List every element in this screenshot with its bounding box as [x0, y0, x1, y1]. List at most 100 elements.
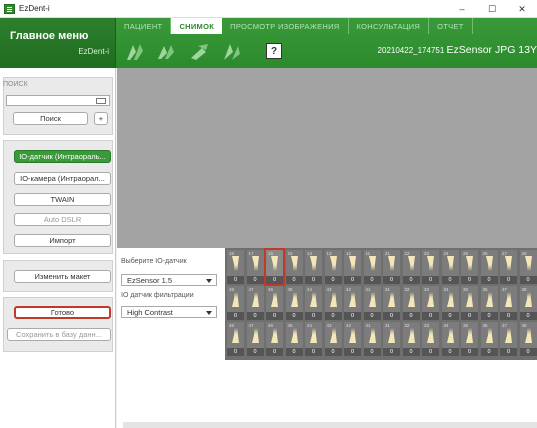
tooth-cell[interactable]: 22 0 — [402, 250, 420, 284]
tooth-cell[interactable]: 47 0 — [246, 322, 264, 356]
tooth-cell[interactable]: 21 0 — [383, 250, 400, 284]
image-viewer[interactable] — [117, 68, 537, 248]
tab-capture[interactable]: СНИМОК — [171, 18, 223, 34]
tooth-cell[interactable]: 41 0 — [363, 322, 381, 356]
tooth-cell[interactable]: 44 0 — [305, 322, 322, 356]
tooth-cell[interactable]: 38 0 — [519, 286, 537, 320]
window-controls: – ☐ ✕ — [447, 0, 537, 18]
tooth-cell[interactable]: 33 0 — [422, 322, 439, 356]
tab-report[interactable]: ОТЧЕТ — [429, 18, 473, 34]
tooth-cell[interactable]: 16 0 — [264, 248, 285, 286]
tooth-cell[interactable]: 13 0 — [324, 250, 342, 284]
tooth-cell[interactable]: 25 0 — [461, 250, 478, 284]
source-io-sensor-button[interactable]: IO-датчик (Интраораль... — [14, 150, 111, 163]
change-layout-button[interactable]: Изменить макет — [14, 270, 111, 283]
tooth-cell[interactable]: 27 0 — [500, 250, 517, 284]
tooth-count: 0 — [266, 312, 283, 320]
sensor-select-value: EzSensor 1.5 — [127, 275, 173, 285]
tooth-cell[interactable]: 48 0 — [227, 286, 244, 320]
tooth-group-upper-icon[interactable] — [124, 40, 148, 62]
tooth-cell[interactable]: 45 0 — [285, 286, 303, 320]
tooth-cell[interactable]: 31 0 — [383, 286, 400, 320]
tooth-cell[interactable]: 34 0 — [441, 286, 459, 320]
tooth-group-lower-icon[interactable] — [156, 40, 180, 62]
tab-patient[interactable]: ПАЦИЕНТ — [116, 18, 172, 34]
tooth-count: 0 — [461, 276, 478, 284]
tooth-cell[interactable]: 24 0 — [441, 250, 459, 284]
minimize-button[interactable]: – — [447, 0, 477, 18]
tooth-cell[interactable]: 38 0 — [519, 322, 537, 356]
filter-select-label: IO датчик фильтрации — [121, 292, 194, 299]
tooth-cell[interactable]: 32 0 — [402, 286, 420, 320]
tooth-cell[interactable]: 33 0 — [422, 286, 439, 320]
tooth-cell[interactable]: 31 0 — [383, 322, 400, 356]
horizontal-scrollbar[interactable] — [123, 422, 537, 428]
tooth-cell[interactable]: 42 0 — [344, 286, 361, 320]
tooth-count: 0 — [246, 312, 264, 320]
source-twain-button[interactable]: TWAIN — [14, 193, 111, 206]
tooth-cell[interactable]: 26 0 — [480, 250, 498, 284]
tooth-icon — [251, 256, 259, 271]
title-bar: EzDent-i – ☐ ✕ — [0, 0, 537, 18]
tooth-cell[interactable]: 36 0 — [480, 322, 498, 356]
maximize-button[interactable]: ☐ — [477, 0, 507, 18]
tooth-cell[interactable]: 34 0 — [441, 322, 459, 356]
tooth-cell[interactable]: 36 0 — [480, 286, 498, 320]
tooth-count: 0 — [500, 312, 517, 320]
main-menu-button[interactable]: Главное меню EzDent-i — [0, 18, 116, 68]
tooth-cell[interactable]: 28 0 — [519, 250, 537, 284]
tab-consultation[interactable]: КОНСУЛЬТАЦИЯ — [349, 18, 430, 34]
tooth-cell[interactable]: 43 0 — [324, 286, 342, 320]
tooth-icon — [232, 256, 239, 271]
tooth-cell[interactable]: 46 0 — [266, 286, 283, 320]
tooth-icon — [407, 256, 415, 271]
tooth-cell[interactable]: 47 0 — [246, 286, 264, 320]
main-menu-subtitle: EzDent-i — [78, 47, 109, 56]
sensor-select[interactable]: EzSensor 1.5 — [121, 274, 217, 286]
search-label: ПОИСК — [3, 81, 28, 88]
chevron-down-icon — [206, 279, 212, 283]
tooth-cell[interactable]: 35 0 — [461, 322, 478, 356]
source-auto-dslr-button[interactable]: Auto DSLR — [14, 213, 111, 226]
tooth-group-front-icon[interactable] — [220, 40, 244, 62]
tooth-cell[interactable]: 35 0 — [461, 286, 478, 320]
add-button[interactable]: + — [94, 112, 108, 125]
search-input[interactable] — [6, 95, 110, 106]
tab-bar: ПАЦИЕНТ СНИМОК ПРОСМОТР ИЗОБРАЖЕНИЯ КОНС… — [116, 18, 473, 34]
tooth-cell[interactable]: 41 0 — [363, 286, 381, 320]
tooth-cell[interactable]: 17 0 — [246, 250, 264, 284]
tooth-cell[interactable]: 32 0 — [402, 322, 420, 356]
tooth-icon — [310, 292, 317, 307]
tooth-cell[interactable]: 23 0 — [422, 250, 439, 284]
tooth-cell[interactable]: 43 0 — [324, 322, 342, 356]
app-icon — [4, 3, 15, 14]
tooth-cell[interactable]: 48 0 — [227, 322, 244, 356]
tooth-cell[interactable]: 45 0 — [285, 322, 303, 356]
tooth-cell[interactable]: 14 0 — [305, 250, 322, 284]
toolbar: ? 20210422_174751 EzSensor JPG 13Y — [116, 36, 537, 66]
tab-image-view[interactable]: ПРОСМОТР ИЗОБРАЖЕНИЯ — [222, 18, 349, 34]
tooth-cell[interactable]: 11 0 — [363, 250, 381, 284]
tooth-group-side-icon[interactable] — [188, 40, 212, 62]
tooth-cell[interactable]: 44 0 — [305, 286, 322, 320]
tooth-icon — [329, 292, 337, 307]
tooth-cell[interactable]: 12 0 — [344, 250, 361, 284]
tooth-cell[interactable]: 46 0 — [266, 322, 283, 356]
tooth-cell[interactable]: 37 0 — [500, 286, 517, 320]
tooth-icon — [271, 292, 278, 307]
tooth-cell[interactable]: 18 0 — [227, 250, 244, 284]
filter-select[interactable]: High Contrast — [121, 306, 217, 318]
close-button[interactable]: ✕ — [507, 0, 537, 18]
import-button[interactable]: Импорт — [14, 234, 111, 247]
source-io-camera-button[interactable]: IO-камера (Интраорал... — [14, 172, 111, 185]
tooth-cell[interactable]: 15 0 — [285, 250, 303, 284]
tooth-cell[interactable]: 37 0 — [500, 322, 517, 356]
save-to-db-button[interactable]: Сохранить в базу данн... — [7, 328, 111, 341]
tooth-count: 0 — [324, 312, 342, 320]
tooth-cell[interactable]: 42 0 — [344, 322, 361, 356]
done-button[interactable]: Готово — [14, 306, 111, 319]
search-button[interactable]: Поиск — [13, 112, 88, 125]
help-button[interactable]: ? — [266, 43, 282, 59]
tooth-count: 0 — [246, 276, 264, 284]
keyboard-icon[interactable] — [96, 98, 106, 104]
